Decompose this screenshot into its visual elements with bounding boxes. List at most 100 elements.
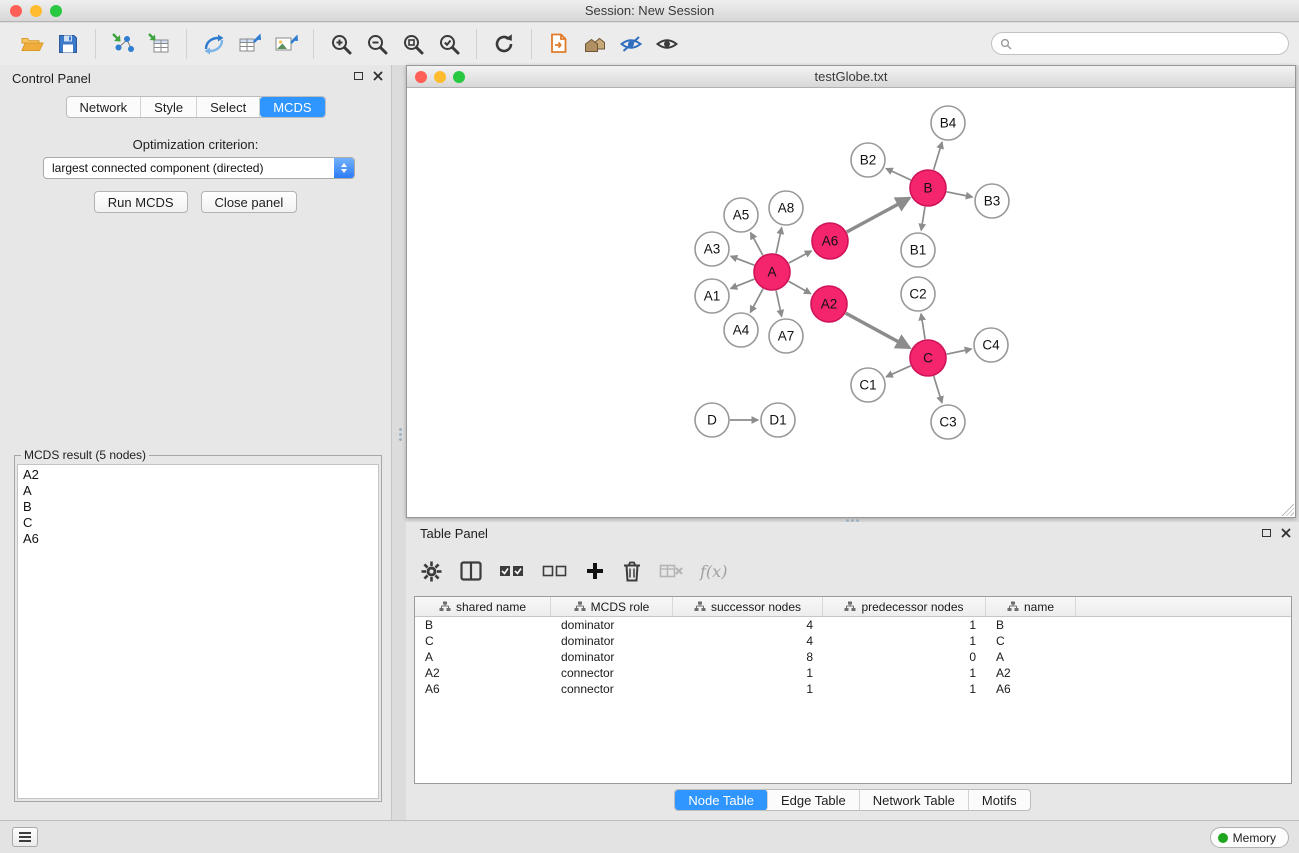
node-A6[interactable]: A6 xyxy=(812,223,848,259)
table-row-B[interactable]: Bdominator41B xyxy=(415,617,1291,633)
close-window-icon[interactable] xyxy=(10,5,22,17)
refresh-layout-button[interactable] xyxy=(486,27,522,61)
edge-B-B1[interactable] xyxy=(921,207,925,231)
table-row-A6[interactable]: A6connector11A6 xyxy=(415,681,1291,697)
edge-A-A2[interactable] xyxy=(789,281,811,293)
edge-A2-C[interactable] xyxy=(846,313,910,348)
node-B1[interactable]: B1 xyxy=(901,233,935,267)
deselect-all-icon[interactable] xyxy=(542,562,568,580)
node-D1[interactable]: D1 xyxy=(761,403,795,437)
node-A2[interactable]: A2 xyxy=(811,286,847,322)
edge-A-A8[interactable] xyxy=(776,228,782,254)
node-C4[interactable]: C4 xyxy=(974,328,1008,362)
delete-column-trash-icon[interactable] xyxy=(622,560,642,582)
select-all-icon[interactable] xyxy=(499,562,525,580)
tab-mcds[interactable]: MCDS xyxy=(260,97,324,117)
node-A4[interactable]: A4 xyxy=(724,313,758,347)
zoom-selected-button[interactable] xyxy=(431,27,467,61)
node-A7[interactable]: A7 xyxy=(769,319,803,353)
zoom-in-button[interactable] xyxy=(323,27,359,61)
zoom-fit-button[interactable] xyxy=(395,27,431,61)
node-C2[interactable]: C2 xyxy=(901,277,935,311)
node-A5[interactable]: A5 xyxy=(724,198,758,232)
edge-A-A6[interactable] xyxy=(789,251,812,263)
edge-A-A3[interactable] xyxy=(731,256,755,265)
node-A[interactable]: A xyxy=(754,254,790,290)
new-network-from-selection-button[interactable] xyxy=(196,27,232,61)
zoom-window-icon[interactable] xyxy=(50,5,62,17)
hide-details-button[interactable] xyxy=(613,27,649,61)
export-image-button[interactable] xyxy=(268,27,304,61)
node-B3[interactable]: B3 xyxy=(975,184,1009,218)
search-input[interactable] xyxy=(1017,35,1288,53)
show-details-button[interactable] xyxy=(649,27,685,61)
node-A3[interactable]: A3 xyxy=(695,232,729,266)
close-panel-button[interactable]: Close panel xyxy=(201,191,298,213)
mcds-result-item[interactable]: A6 xyxy=(23,531,373,547)
add-column-icon[interactable] xyxy=(585,561,605,581)
node-B2[interactable]: B2 xyxy=(851,143,885,177)
tab-motifs[interactable]: Motifs xyxy=(969,790,1030,810)
table-row-A[interactable]: Adominator80A xyxy=(415,649,1291,665)
table-row-A2[interactable]: A2connector11A2 xyxy=(415,665,1291,681)
network-canvas[interactable]: A A6 A2 B C A5 A8 A3 A1A4 A7 B1 B2 B3 B4 C1 C2 C3 C4 D D1 xyxy=(407,89,1295,517)
node-A1[interactable]: A1 xyxy=(695,279,729,313)
duplicate-network-button[interactable] xyxy=(541,27,577,61)
import-table-button[interactable] xyxy=(141,27,177,61)
close-panel-icon[interactable] xyxy=(373,71,383,81)
node-B[interactable]: B xyxy=(910,170,946,206)
network-window-titlebar[interactable]: testGlobe.txt xyxy=(407,66,1295,88)
memory-button[interactable]: Memory xyxy=(1210,827,1289,848)
edge-B-B3[interactable] xyxy=(947,192,973,197)
save-session-button[interactable] xyxy=(50,27,86,61)
node-B4[interactable]: B4 xyxy=(931,106,965,140)
node-D[interactable]: D xyxy=(695,403,729,437)
task-history-button[interactable] xyxy=(12,827,38,847)
mcds-result-item[interactable]: A2 xyxy=(23,467,373,483)
node-C[interactable]: C xyxy=(910,340,946,376)
node-A8[interactable]: A8 xyxy=(769,191,803,225)
edge-B-B2[interactable] xyxy=(886,169,911,181)
show-columns-icon[interactable] xyxy=(460,561,482,581)
mcds-result-item[interactable]: A xyxy=(23,483,373,499)
edge-A6-B[interactable] xyxy=(847,198,910,232)
column-header-predecessor-nodes[interactable]: predecessor nodes xyxy=(823,597,986,616)
edge-A-A7[interactable] xyxy=(776,291,782,317)
edge-A-A5[interactable] xyxy=(751,233,763,256)
float-panel-icon[interactable] xyxy=(354,72,363,80)
mcds-result-list[interactable]: A2ABCA6 xyxy=(17,464,379,799)
edge-A-A1[interactable] xyxy=(731,279,755,289)
minimize-window-icon[interactable] xyxy=(30,5,42,17)
float-table-panel-icon[interactable] xyxy=(1262,529,1271,537)
mcds-result-item[interactable]: B xyxy=(23,499,373,515)
tab-node-table[interactable]: Node Table xyxy=(675,790,768,810)
import-network-button[interactable] xyxy=(105,27,141,61)
minimize-network-icon[interactable] xyxy=(434,71,446,83)
tab-network[interactable]: Network xyxy=(66,97,141,117)
splitter-grip-vertical[interactable] xyxy=(398,427,403,443)
node-C1[interactable]: C1 xyxy=(851,368,885,402)
edge-C-C1[interactable] xyxy=(886,366,911,377)
edge-C-C2[interactable] xyxy=(921,314,925,339)
tab-select[interactable]: Select xyxy=(197,97,260,117)
edge-C-C4[interactable] xyxy=(947,349,972,354)
export-table-button[interactable] xyxy=(232,27,268,61)
edge-A-A4[interactable] xyxy=(750,289,763,313)
zoom-out-button[interactable] xyxy=(359,27,395,61)
edge-C-C3[interactable] xyxy=(934,376,942,403)
tab-style[interactable]: Style xyxy=(141,97,197,117)
table-row-C[interactable]: Cdominator41C xyxy=(415,633,1291,649)
column-header-successor-nodes[interactable]: successor nodes xyxy=(673,597,823,616)
zoom-network-icon[interactable] xyxy=(453,71,465,83)
mcds-result-item[interactable]: C xyxy=(23,515,373,531)
tab-edge-table[interactable]: Edge Table xyxy=(768,790,860,810)
network-overview-button[interactable] xyxy=(577,27,613,61)
column-header-shared-name[interactable]: shared name xyxy=(415,597,551,616)
close-network-icon[interactable] xyxy=(415,71,427,83)
column-header-mcds-role[interactable]: MCDS role xyxy=(551,597,673,616)
tab-network-table[interactable]: Network Table xyxy=(860,790,969,810)
optimization-criterion-select[interactable]: largest connected component (directed) xyxy=(43,157,355,179)
column-header-name[interactable]: name xyxy=(986,597,1076,616)
close-table-panel-icon[interactable] xyxy=(1281,528,1291,538)
node-C3[interactable]: C3 xyxy=(931,405,965,439)
